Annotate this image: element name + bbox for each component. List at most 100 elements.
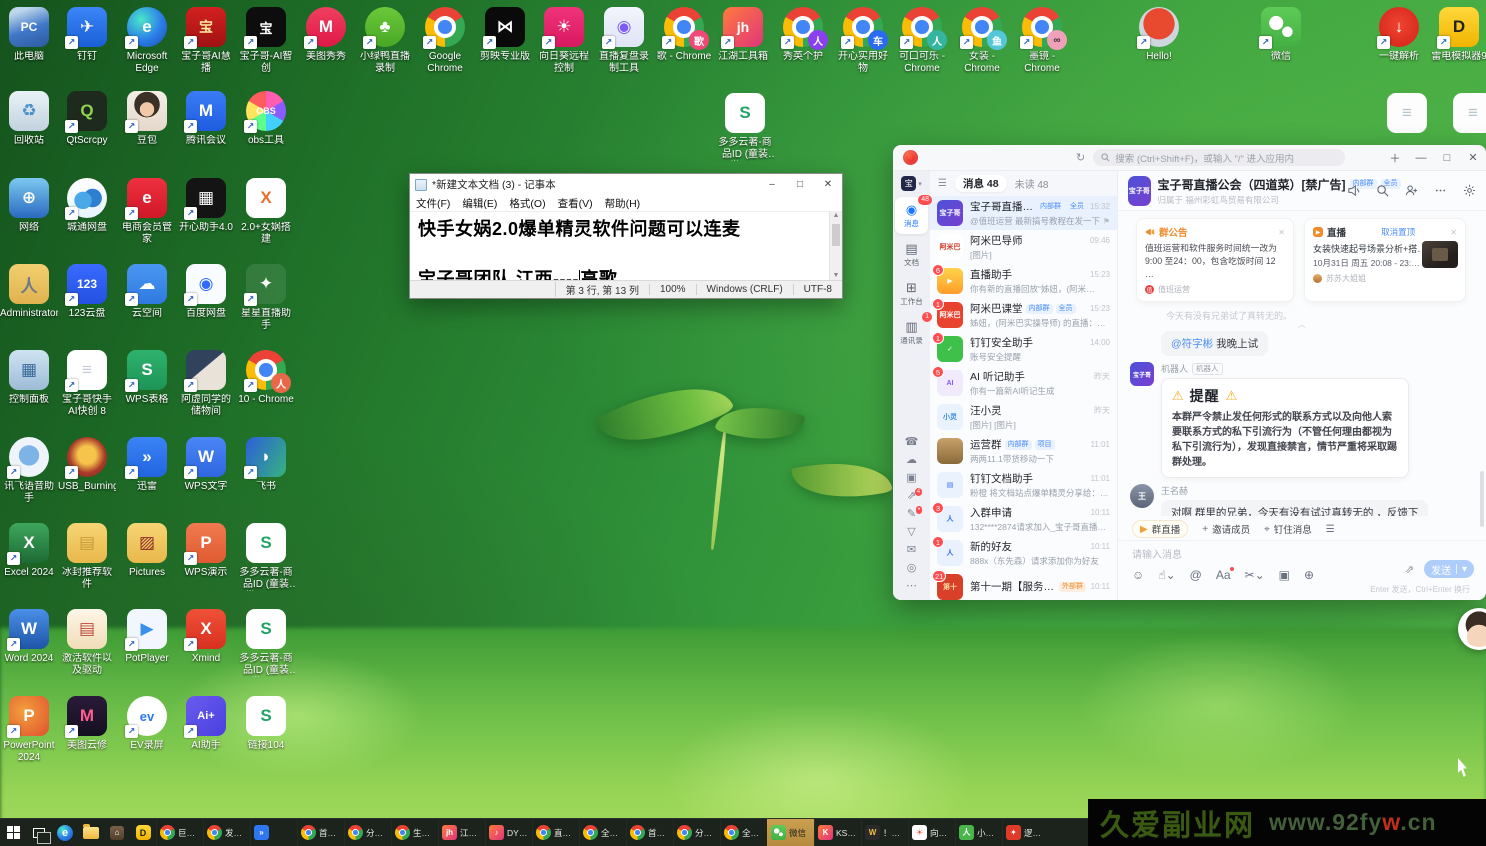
input-tool-icon[interactable]: ☝⌄ [1158, 569, 1175, 582]
task-view-button[interactable] [26, 819, 52, 846]
maximize-button[interactable]: □ [786, 174, 814, 195]
desktop-icon[interactable]: ⊕ ↗ 网络 [0, 177, 58, 234]
mute-icon[interactable] [1347, 184, 1360, 197]
rail-tool-icon[interactable]: ☁ [906, 455, 917, 466]
close-icon[interactable]: ✕ [1450, 228, 1457, 237]
desktop-icon[interactable]: 人 ↗ Administrator [0, 263, 58, 320]
input-tool-icon[interactable]: Aa [1216, 569, 1231, 582]
desktop-icon[interactable]: e ↗ Microsoft Edge [118, 6, 176, 75]
desktop-icon[interactable]: X ↗ 2.0+女娲搭建 [237, 177, 295, 246]
desktop-icon[interactable]: S ↗ 多多云著-商品ID (童装类) 10- [237, 608, 295, 677]
minimize-button[interactable]: – [758, 174, 786, 195]
desktop-icon[interactable]: 宝 ↗ 宝子哥-AI智创 [237, 6, 295, 75]
new-window-icon[interactable]: ＋ [1382, 150, 1408, 166]
avatar[interactable]: 宝子哥 [1130, 362, 1154, 386]
rail-tool-icon[interactable]: ▽ [907, 527, 915, 538]
desktop-icon[interactable]: jh ↗ 江湖工具箱 [714, 6, 772, 63]
chat-list-item[interactable]: 第十 21 第十一期【服务时间截止... 外部群 10:11 [930, 570, 1117, 600]
taskbar-app[interactable]: 直播助... [532, 819, 579, 846]
taskbar-app[interactable]: ✦ 逻辑图... [1002, 819, 1049, 846]
rail-nav-item[interactable]: ▥ 通讯录 1 [895, 314, 928, 351]
message-input-area[interactable]: 请输入消息 ☺ ☝⌄ @ Aa ✂⌄ ▣ [1118, 540, 1486, 600]
menu-item[interactable]: 文件(F) [410, 196, 456, 211]
tab-messages[interactable]: 消息 48 [955, 175, 1007, 192]
taskbar-app[interactable]: 全站推... [720, 819, 767, 846]
scroll-thumb[interactable] [1480, 471, 1484, 527]
desktop-icon[interactable]: X ↗ Excel 2024 [0, 522, 58, 579]
desktop-icon[interactable]: 人 ↗ 10 - Chrome [237, 349, 295, 406]
close-button[interactable]: ✕ [1460, 151, 1486, 164]
send-button[interactable]: 发送▾ [1424, 560, 1474, 578]
filter-icon[interactable]: ☰ [938, 178, 947, 189]
taskbar-app[interactable]: ♪ DY直... [485, 819, 532, 846]
desktop-icon[interactable]: M ↗ 美图秀秀 [297, 6, 355, 63]
desktop-icon[interactable]: ▤ ↗ 冰封推荐软件 [58, 522, 116, 591]
input-tool-icon[interactable]: ☺ [1132, 569, 1144, 582]
desktop-icon[interactable]: ⋈ ↗ 剪映专业版 [476, 6, 534, 63]
chat-list-item[interactable]: 运营群 内部群 项目 11:01 两两11.1带货移动一下 [930, 434, 1117, 468]
tab-unread[interactable]: 未读 48 [1015, 176, 1049, 191]
dingtalk-titlebar[interactable]: ↻ 搜索 (Ctrl+Shift+F)，或输入 "/" 进入应用内 ＋ — □ … [893, 145, 1486, 171]
maximize-button[interactable]: □ [1434, 152, 1460, 164]
desktop-icon[interactable]: ✦ ↗ 星星直播助手 [237, 263, 295, 332]
desktop-icon[interactable]: ≡ ↗ [1444, 92, 1486, 134]
desktop-icon[interactable]: M ↗ 美图云修 [58, 695, 116, 752]
chat-toolbar-item[interactable]: +邀请成员 [1202, 522, 1250, 536]
chat-toolbar-item[interactable]: ⌖钉住消息 [1264, 522, 1312, 536]
desktop-icon[interactable]: ☁ ↗ 云空间 [118, 263, 176, 320]
desktop-icon[interactable]: ≡ ↗ 宝子哥快手AI快创 8 [58, 349, 116, 418]
desktop-icon[interactable]: ↗ 豆包 [118, 90, 176, 147]
desktop-icon[interactable]: ↗ Hello! [1130, 6, 1188, 63]
desktop-icon[interactable]: D ↗ 雷电模拟器9 [1430, 6, 1486, 63]
notepad-text-area[interactable]: 快手女娲2.0爆单精灵软件问题可以连麦 宝子哥团队 江西----高歌 ▲ ▼ [410, 212, 842, 280]
chat-list-item[interactable]: ▤ 钉钉文档助手 11:01 粉橙 将文档站点爆单精灵分享给：一 [930, 468, 1117, 502]
taskbar-app[interactable]: 发现更... [203, 819, 250, 846]
desktop-icon[interactable]: 人 ↗ 可口可乐 - Chrome [893, 6, 951, 75]
taskbar-app[interactable]: 分销达... [344, 819, 391, 846]
desktop-icon[interactable]: ↗ 阿虚同学的储物间 [177, 349, 235, 418]
taskbar-edge[interactable]: e [52, 819, 78, 846]
desktop-icon[interactable]: ◗ ↗ 飞书 [237, 436, 295, 493]
file-explorer-button[interactable] [78, 819, 104, 846]
rail-nav-item[interactable]: ◉ 消息 48 [895, 197, 928, 234]
desktop-icon[interactable]: ✈ ↗ 钉钉 [58, 6, 116, 63]
desktop-icon[interactable]: ↗ 讯飞语音助手 [0, 436, 58, 505]
alert-card[interactable]: ⚠ 提醒 ⚠ 本群严令禁止发任何形式的联系方式以及向他人索要联系方式的私下引流行… [1161, 378, 1409, 478]
desktop-icon[interactable]: ◉ ↗ 百度网盘 [177, 263, 235, 320]
desktop-icon[interactable]: W ↗ Word 2024 [0, 608, 58, 665]
desktop-icon[interactable]: M ↗ 腾讯会议 [177, 90, 235, 147]
chat-search-icon[interactable] [1376, 184, 1389, 197]
global-search-bar[interactable]: 搜索 (Ctrl+Shift+F)，或输入 "/" 进入应用内 [1093, 149, 1345, 166]
desktop-icon[interactable]: ▦ ↗ 控制面板 [0, 349, 58, 406]
emulator-button[interactable]: D [130, 819, 156, 846]
unpin-button[interactable]: 取消置顶 [1381, 226, 1415, 238]
settings-icon[interactable] [1463, 184, 1476, 197]
scrollbar[interactable]: ▲ ▼ [829, 212, 842, 280]
desktop-icon[interactable]: P ↗ PowerPoint 2024 [0, 695, 58, 764]
minimize-button[interactable]: — [1408, 152, 1434, 164]
desktop-icon[interactable]: ▶ ↗ PotPlayer [118, 608, 176, 665]
desktop-icon[interactable]: ↓ ↗ 一键解析 [1370, 6, 1428, 63]
chat-list-item[interactable]: AI 5 AI 听记助手 昨天 你有一篇新AI听记生成 [930, 366, 1117, 400]
desktop-icon[interactable]: S ↗ 链接104 [237, 695, 295, 752]
desktop-icon[interactable]: S ↗ WPS表格 [118, 349, 176, 406]
rail-nav-item[interactable]: ▤ 文档 [895, 236, 928, 273]
taskbar-app[interactable]: K KS直... [814, 819, 861, 846]
taskbar-app[interactable]: 首页 - ... [626, 819, 673, 846]
desktop-icon[interactable]: 宝 ↗ 宝子哥AI慧播 [177, 6, 235, 75]
desktop-icon[interactable]: 人 ↗ 秀英个护 [774, 6, 832, 63]
taskbar-app[interactable]: 生意通... [391, 819, 438, 846]
rail-tool-icon[interactable]: ☎ [905, 437, 919, 448]
menu-item[interactable]: 编辑(E) [456, 196, 503, 211]
rail-tool-icon[interactable]: ⋯ [906, 581, 917, 592]
taskbar-app[interactable]: ☀ 向日葵... [908, 819, 955, 846]
live-card[interactable]: ▶ 直播 取消置顶 ✕ 女装快速起号场景分析+搭… 10月31日 周五 20:0… [1304, 218, 1466, 302]
desktop-icon[interactable]: 鱼 ↗ 女装 - Chrome [953, 6, 1011, 75]
desktop-icon[interactable]: ev ↗ EV录屏 [118, 695, 176, 752]
expand-icon[interactable]: ⇗ [1405, 563, 1414, 576]
chat-list-item[interactable]: 宝子哥 宝子哥直播公会（... 内部群 全员 15:32 @值班运营 [930, 196, 1117, 230]
org-switcher[interactable]: 宝 ▾ [901, 176, 922, 191]
desktop-icon[interactable]: ♻ ↗ 回收站 [0, 90, 58, 147]
desktop-icon[interactable]: 123 ↗ 123云盘 [58, 263, 116, 320]
desktop-icon[interactable]: S ↗ 多多云著-商品ID (童装类) 10-22 [237, 522, 295, 591]
